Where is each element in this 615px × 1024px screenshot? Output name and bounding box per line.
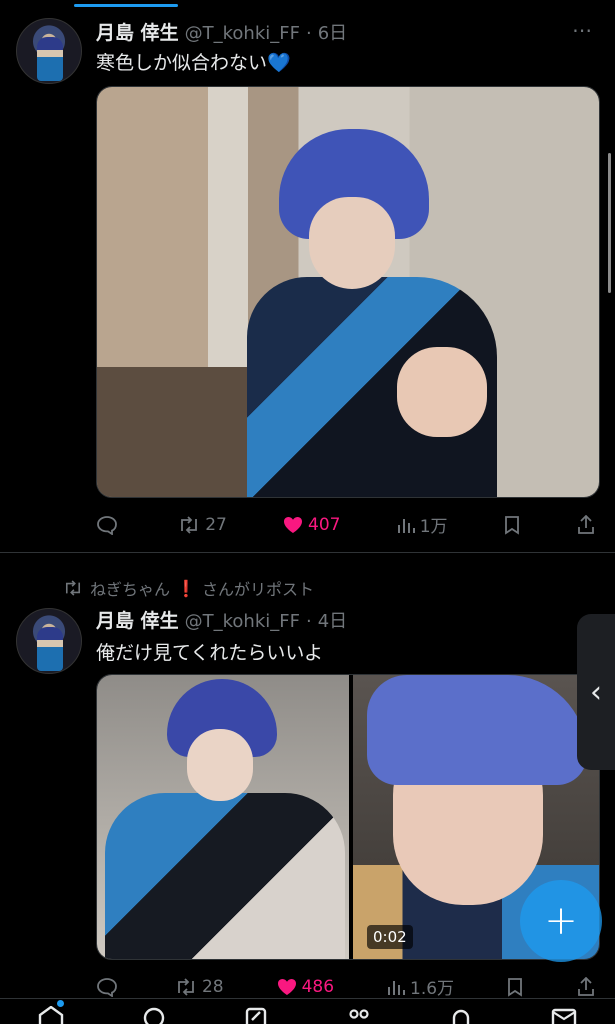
share-button[interactable] (576, 976, 596, 997)
repost-count: 28 (201, 976, 224, 997)
share-button[interactable] (576, 514, 596, 535)
reply-button[interactable] (96, 515, 122, 535)
repost-icon (174, 977, 198, 996)
side-panel-handle[interactable]: ‹ (577, 614, 615, 770)
photo[interactable] (97, 675, 349, 959)
user-handle[interactable]: @T_kohki_FF (185, 23, 300, 44)
separator: · (305, 611, 312, 632)
repost-button[interactable]: 28 (174, 977, 224, 997)
blue-heart-emoji: 💙 (267, 52, 291, 74)
more-options-icon[interactable]: ⋯ (572, 18, 593, 42)
like-button[interactable]: 407 (282, 514, 341, 535)
bookmark-button[interactable] (503, 515, 521, 535)
photo[interactable] (97, 87, 599, 497)
tweet-text: 寒色しか似合わない💙 (96, 48, 291, 75)
chevron-left-icon: ‹ (590, 674, 602, 710)
tweet-text-content: 寒色しか似合わない (96, 52, 268, 74)
tweet-photo[interactable] (96, 86, 600, 498)
tweet-divider (0, 552, 615, 553)
view-count: 1.6万 (410, 979, 455, 999)
like-button[interactable]: 486 (276, 977, 334, 997)
share-icon (576, 976, 596, 997)
repost-icon (177, 515, 201, 534)
display-name[interactable]: 月島 倖生 (96, 606, 179, 633)
like-count: 407 (308, 514, 341, 535)
tweet-actions: 27 407 1万 (96, 512, 596, 537)
reposter-name[interactable]: ねぎちゃん (90, 576, 170, 600)
share-icon (576, 514, 596, 535)
views-icon (386, 978, 406, 996)
repost-icon (62, 580, 84, 596)
search-icon[interactable] (139, 1002, 169, 1024)
tweet-text: 俺だけ見てくれたらいいよ (96, 642, 324, 664)
active-tab-indicator (74, 4, 178, 7)
reply-icon (96, 515, 118, 535)
home-icon[interactable] (36, 1000, 66, 1024)
repost-suffix: さんがリポスト (201, 580, 314, 599)
views-button[interactable]: 1.6万 (386, 974, 454, 999)
communities-icon[interactable] (344, 1002, 374, 1024)
repost-context: ねぎちゃん ❗ さんがリポスト (62, 576, 314, 600)
views-icon (396, 516, 416, 534)
grok-icon[interactable] (241, 1002, 271, 1024)
avatar[interactable] (16, 18, 82, 84)
tweet-actions: 28 486 1.6万 (96, 974, 596, 999)
exclamation-emoji: ❗ (176, 578, 196, 598)
repost-button[interactable]: 27 (177, 515, 227, 535)
tweet-header: 月島 倖生 @T_kohki_FF · 6日 (96, 18, 347, 45)
timestamp[interactable]: 4日 (318, 607, 347, 633)
bookmark-icon (503, 515, 521, 535)
video-duration: 0:02 (367, 925, 413, 949)
avatar[interactable] (16, 608, 82, 674)
tweet-header: 月島 倖生 @T_kohki_FF · 4日 (96, 606, 347, 633)
bookmark-icon (506, 977, 524, 997)
scrollbar-thumb[interactable] (608, 153, 611, 293)
plus-icon: + (544, 898, 578, 944)
like-count: 486 (301, 976, 335, 997)
user-handle[interactable]: @T_kohki_FF (185, 611, 300, 632)
views-button[interactable]: 1万 (396, 512, 448, 537)
repost-count: 27 (205, 514, 227, 535)
reply-button[interactable] (96, 977, 122, 997)
messages-icon[interactable] (549, 1002, 579, 1024)
reply-icon (96, 977, 118, 997)
heart-icon (276, 977, 298, 997)
separator: · (305, 23, 312, 44)
notifications-icon[interactable] (446, 1002, 476, 1024)
heart-icon (282, 515, 304, 535)
view-count: 1万 (419, 517, 448, 537)
compose-button[interactable]: + (520, 880, 602, 962)
bottom-navigation (0, 998, 615, 1024)
bookmark-button[interactable] (506, 977, 524, 997)
display-name[interactable]: 月島 倖生 (96, 18, 179, 45)
timestamp[interactable]: 6日 (318, 19, 347, 45)
